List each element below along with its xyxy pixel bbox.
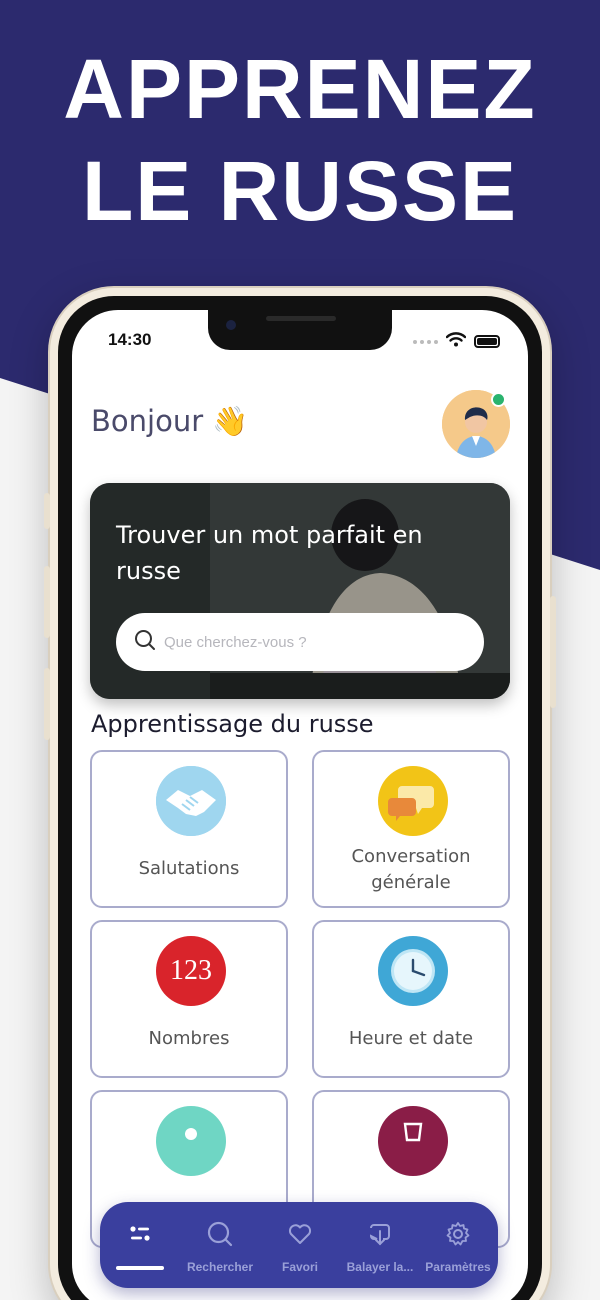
search-icon: [134, 629, 156, 655]
greeting: Bonjour 👋: [91, 404, 248, 439]
numbers-icon-text: 123: [170, 955, 212, 986]
online-status-dot: [491, 392, 506, 407]
category-card-heure[interactable]: Heure et date: [312, 920, 510, 1078]
handshake-icon: [156, 766, 226, 836]
greeting-text: Bonjour: [91, 404, 204, 438]
phone-silent-switch: [44, 493, 50, 529]
bottom-tab-bar: Rechercher Favori Balayer la... Paramètr…: [100, 1202, 498, 1288]
tab-swipe[interactable]: Balayer la...: [340, 1220, 420, 1274]
phone-power-button: [550, 596, 556, 708]
tab-favorites[interactable]: Favori: [260, 1220, 340, 1274]
category-card-nombres[interactable]: 123 Nombres: [90, 920, 288, 1078]
battery-icon: [474, 335, 500, 348]
waving-hand-icon: 👋: [212, 404, 249, 438]
tab-settings[interactable]: Paramètres: [418, 1220, 498, 1274]
category-card-conversation[interactable]: Conversation générale: [312, 750, 510, 908]
tab-label: Favori: [281, 1260, 318, 1274]
chat-bubbles-icon: [378, 766, 448, 836]
phone-volume-up: [44, 566, 50, 638]
signal-dots-icon: [413, 339, 438, 344]
active-tab-indicator: [116, 1266, 164, 1270]
tab-label: Balayer la...: [346, 1260, 414, 1274]
promo-headline: APPRENEZ LE RUSSE: [0, 38, 600, 242]
tab-search[interactable]: Rechercher: [180, 1220, 260, 1274]
tab-label: Paramètres: [425, 1260, 491, 1274]
section-title: Apprentissage du russe: [91, 710, 374, 738]
heart-icon: [260, 1220, 340, 1248]
hero-card: Trouver un mot parfait en russe: [90, 483, 510, 699]
camera: [226, 320, 236, 330]
phone-frame: 14:30 Bonjour 👋 Trouver un mot parfait e…: [44, 288, 556, 1300]
phone-volume-down: [44, 668, 50, 740]
search-input[interactable]: [164, 633, 464, 651]
search-icon: [180, 1220, 260, 1248]
numbers-123-icon: 123: [156, 936, 226, 1006]
glass-icon: [378, 1106, 448, 1176]
tab-label: Rechercher: [186, 1260, 254, 1274]
headline-line-1: APPRENEZ: [63, 42, 537, 136]
category-label: Salutations: [138, 858, 240, 879]
search-bar[interactable]: [116, 613, 484, 671]
notch: [208, 310, 392, 350]
app-screen: 14:30 Bonjour 👋 Trouver un mot parfait e…: [72, 310, 528, 1300]
category-label: Conversation générale: [351, 846, 471, 893]
category-label: Nombres: [148, 1028, 230, 1049]
download-tray-icon: [340, 1220, 420, 1248]
wifi-icon: [445, 332, 467, 351]
tab-home[interactable]: [100, 1220, 180, 1260]
status-time: 14:30: [108, 330, 152, 349]
speaker: [266, 316, 336, 321]
hero-title: Trouver un mot parfait en russe: [116, 521, 423, 585]
clock-icon: [378, 936, 448, 1006]
category-card-salutations[interactable]: Salutations: [90, 750, 288, 908]
category-label: Heure et date: [348, 1028, 474, 1049]
headline-line-2: LE RUSSE: [81, 144, 519, 238]
list-icon: [100, 1220, 180, 1248]
status-icons: [413, 332, 500, 351]
gear-icon: [418, 1220, 498, 1248]
location-pin-icon: [156, 1106, 226, 1176]
